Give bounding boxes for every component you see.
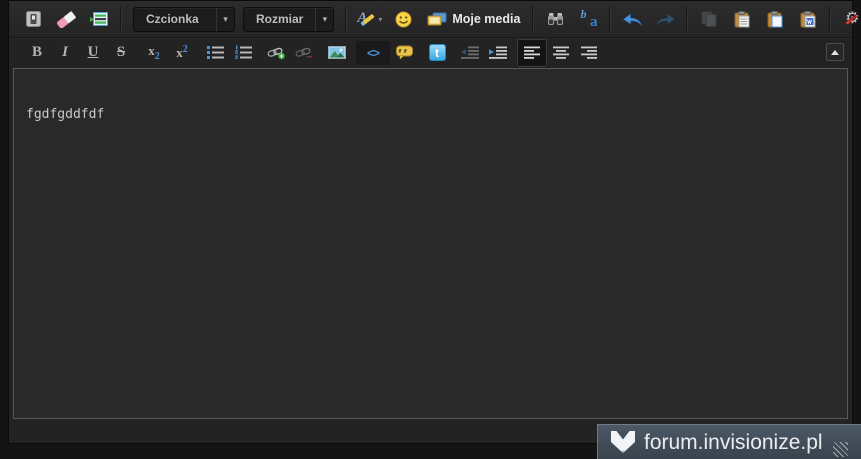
undo-button[interactable] [618,6,646,32]
paste-plain-text-button[interactable] [761,6,789,32]
toolbar-separator [345,6,348,32]
insert-tweet-button[interactable]: t [423,40,451,66]
code-icon: <> [366,45,380,60]
toolbar-separator [532,6,535,32]
gear-icon: ⚙ [843,10,861,28]
redo-icon [656,13,675,26]
undo-icon [622,13,642,26]
superscript-button[interactable]: x2 [168,40,196,66]
increase-indent-button[interactable] [484,40,512,66]
editor-mode-icon [25,11,41,27]
my-media-button[interactable]: Moje media [422,6,525,32]
branding-label: forum.invisionize.pl [644,430,823,454]
insert-quote-button[interactable] [390,40,418,66]
size-dropdown-label: Rozmiar [256,12,304,26]
branding-bar: forum.invisionize.pl [597,424,861,459]
superscript-icon: x2 [176,44,188,60]
editor-container: Czcionka ▾ Rozmiar ▾ A ▾ Moje media b a … [8,0,860,444]
editor-content-area[interactable]: fgdfgddfdf [13,68,848,419]
paste-word-icon [800,10,816,27]
resize-grip-icon[interactable] [832,442,848,457]
paste-text-icon [767,10,783,27]
strikethrough-button[interactable]: S [107,40,135,66]
size-dropdown[interactable]: Rozmiar ▾ [243,6,335,32]
replace-icon: b a [580,7,598,30]
my-media-label: Moje media [452,12,521,26]
emoticons-button[interactable] [389,6,417,32]
editor-mode-toggle-button[interactable] [19,6,47,32]
triangle-up-icon [831,49,839,55]
paste-icon [734,10,750,27]
eraser-icon [56,11,76,28]
subscript-button[interactable]: x2 [140,40,168,66]
insert-image-button[interactable] [323,40,351,66]
smiley-icon [395,11,412,27]
align-center-button[interactable] [547,40,575,66]
toolbar-separator [686,6,689,32]
replace-button[interactable]: b a [574,6,602,32]
link-icon [267,47,285,59]
find-button[interactable] [541,6,569,32]
copy-button [695,6,723,32]
toolbar-row-2: B I U S x2 x2 <> t [9,38,852,67]
insert-code-button[interactable]: <> [356,40,390,65]
align-right-icon [581,46,597,59]
page: Czcionka ▾ Rozmiar ▾ A ▾ Moje media b a … [0,0,861,459]
chevron-down-icon: ▾ [216,7,234,31]
align-center-icon [553,46,569,59]
bold-button[interactable]: B [23,40,51,66]
editor-text: fgdfgddfdf [26,107,105,122]
bulleted-list-icon [206,46,224,59]
bulleted-list-button[interactable] [201,40,229,66]
remove-format-button[interactable] [52,6,80,32]
redo-button [651,6,679,32]
unlink-icon [295,47,312,58]
binoculars-icon [547,13,563,25]
quote-icon [395,45,413,60]
decrease-indent-icon [461,46,479,59]
toolbar-separator [829,6,832,32]
paste-button[interactable] [728,6,756,32]
twitter-icon: t [428,44,446,61]
toolbar-separator [120,6,122,32]
align-left-icon [524,46,540,59]
font-dropdown[interactable]: Czcionka ▾ [133,6,235,32]
editor-settings-button[interactable]: ⚙ [838,6,861,32]
text-color-icon: A [356,10,376,29]
insert-link-button[interactable] [262,40,290,66]
underline-button[interactable]: U [79,40,107,66]
italic-button[interactable]: I [51,40,79,66]
toolbar-row-1: Czcionka ▾ Rozmiar ▾ A ▾ Moje media b a [9,1,860,38]
image-icon [328,46,346,59]
numbered-list-icon [234,45,252,59]
copy-icon [701,11,717,27]
align-left-button[interactable] [517,38,547,67]
template-icon [89,12,108,26]
media-icon [427,12,447,25]
font-dropdown-label: Czcionka [146,12,199,26]
toolbar-separator [609,6,612,32]
paste-from-word-button[interactable] [794,6,822,32]
subscript-icon: x2 [148,43,160,62]
text-color-button[interactable]: A ▾ [354,6,384,32]
numbered-list-button[interactable] [229,40,257,66]
template-manager-button[interactable] [85,6,113,32]
remove-link-button [290,40,318,66]
chevron-down-icon: ▾ [315,7,333,31]
collapse-toolbar-button[interactable] [826,43,844,61]
invisionize-logo-icon [611,430,635,453]
increase-indent-icon [489,46,507,59]
chevron-down-icon: ▾ [378,14,383,24]
decrease-indent-button [456,40,484,66]
align-right-button[interactable] [575,40,603,66]
